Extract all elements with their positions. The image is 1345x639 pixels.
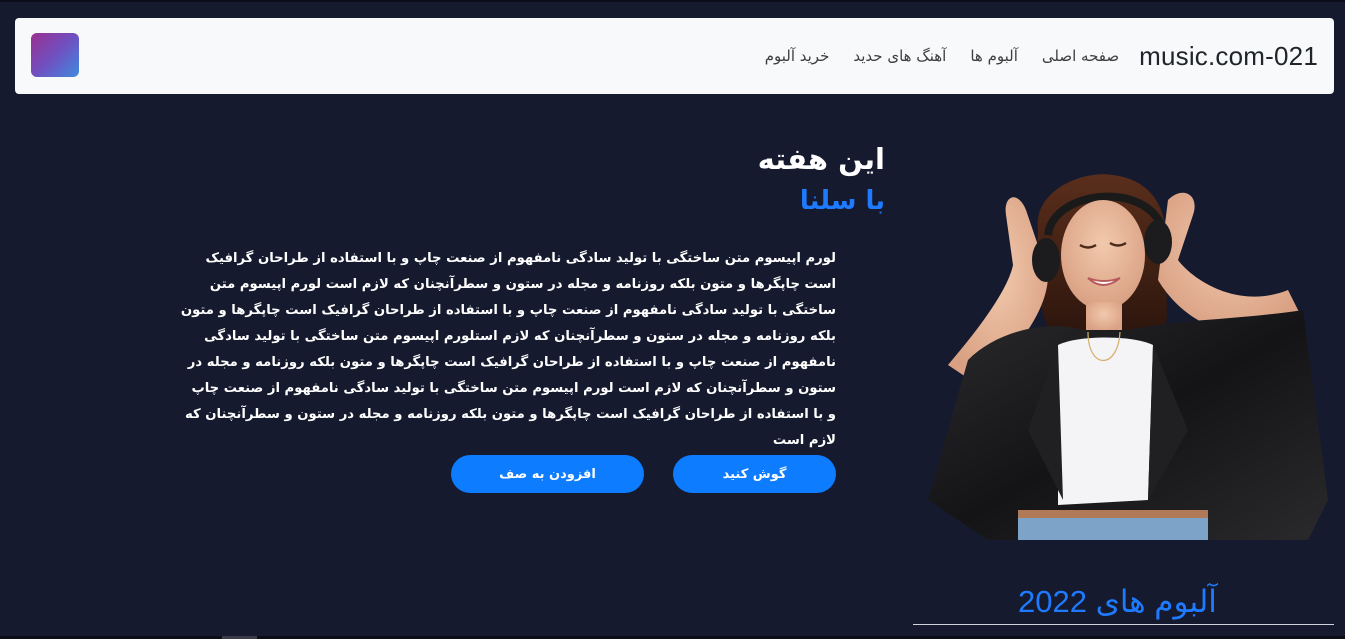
hero-title: این هفته [757, 142, 885, 176]
navbar: 021-music.com صفحه اصلی آلبوم ها آهنگ ها… [15, 18, 1334, 94]
albums-divider [913, 624, 1334, 625]
hero-subtitle: با سلنا [799, 186, 885, 216]
albums-section-title: آلبوم های 2022 [1018, 584, 1217, 619]
listen-button[interactable]: گوش کنید [673, 455, 836, 493]
nav-links: صفحه اصلی آلبوم ها آهنگ های حدید خرید آل… [741, 47, 1119, 65]
brand-link[interactable]: 021-music.com [1139, 41, 1318, 72]
nav-link-albums[interactable]: آلبوم ها [970, 47, 1018, 65]
add-to-queue-button[interactable]: افزودن به صف [451, 455, 644, 493]
nav-link-new-songs[interactable]: آهنگ های حدید [853, 47, 946, 65]
hero-artist-image [908, 170, 1338, 540]
nav-link-buy-album[interactable]: خرید آلبوم [765, 47, 830, 65]
page: 021-music.com صفحه اصلی آلبوم ها آهنگ ها… [0, 0, 1345, 639]
logo-icon[interactable] [31, 33, 79, 77]
hero-description: لورم اپیسوم متن ساختگی با تولید سادگی نا… [180, 251, 836, 448]
nav-link-home[interactable]: صفحه اصلی [1042, 47, 1119, 65]
